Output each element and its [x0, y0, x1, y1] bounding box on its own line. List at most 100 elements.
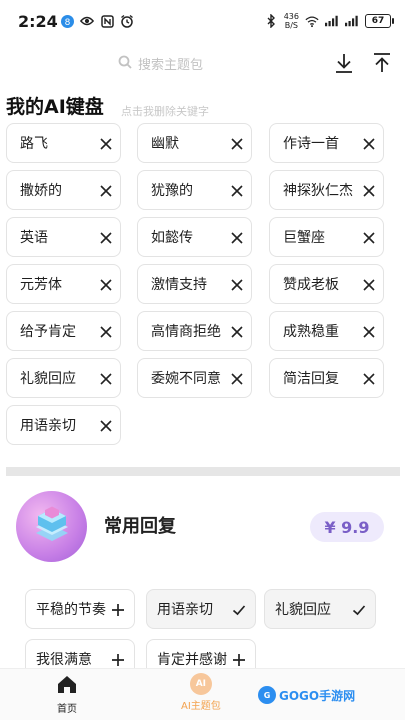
keyboard-section-hint: 点击我删除关键字 — [121, 105, 209, 118]
keyword-chip[interactable]: 英语 — [6, 217, 121, 257]
keyword-chip[interactable]: 元芳体 — [6, 264, 121, 304]
keyword-chip[interactable]: 委婉不同意 — [137, 358, 252, 398]
close-icon[interactable] — [361, 324, 377, 340]
close-icon[interactable] — [98, 418, 114, 434]
net-speed-value: 436 — [283, 12, 299, 21]
net-speed-unit: B/S — [284, 21, 298, 30]
nav-ai-pack-label: AI主题包 — [181, 701, 221, 712]
pack-phrase-label: 礼貌回应 — [275, 602, 331, 618]
battery-indicator: 67 — [365, 14, 394, 28]
close-icon[interactable] — [361, 371, 377, 387]
keyword-chip-label: 路飞 — [20, 136, 48, 152]
keyword-chip-label: 英语 — [20, 230, 48, 246]
close-icon[interactable] — [98, 371, 114, 387]
search-icon — [118, 55, 132, 73]
notification-badge-icon: 8 — [60, 14, 74, 28]
keyword-chip-label: 巨蟹座 — [283, 230, 325, 246]
keyword-chip[interactable]: 神探狄仁杰 — [269, 170, 384, 210]
pack-phrase-label: 肯定并感谢 — [157, 652, 227, 668]
close-icon[interactable] — [98, 277, 114, 293]
nav-home[interactable]: 首页 — [56, 673, 78, 715]
close-icon[interactable] — [229, 324, 245, 340]
search-input[interactable]: 搜索主题包 — [118, 54, 203, 73]
keyword-chip-label: 用语亲切 — [20, 418, 76, 434]
keyword-chip[interactable]: 如懿传 — [137, 217, 252, 257]
keyword-chip-label: 成熟稳重 — [283, 324, 339, 340]
check-icon[interactable] — [231, 602, 247, 618]
status-left-icons: 8 — [60, 14, 134, 28]
net-speed: 436 B/S — [284, 12, 299, 30]
status-time: 2:24 — [18, 12, 58, 31]
keyword-chip-label: 礼貌回应 — [20, 371, 76, 387]
keyword-chip-label: 犹豫的 — [151, 183, 193, 199]
scroll-to-top-button[interactable] — [369, 52, 395, 78]
search-placeholder: 搜索主题包 — [138, 58, 204, 73]
keyword-chip[interactable]: 激情支持 — [137, 264, 252, 304]
close-icon[interactable] — [229, 371, 245, 387]
keyword-chip[interactable]: 撒娇的 — [6, 170, 121, 210]
close-icon[interactable] — [361, 183, 377, 199]
pack-phrase-chip[interactable]: 平稳的节奏 — [25, 589, 135, 629]
keyword-chip[interactable]: 作诗一首 — [269, 123, 384, 163]
close-icon[interactable] — [361, 277, 377, 293]
close-icon[interactable] — [229, 277, 245, 293]
close-icon[interactable] — [98, 136, 114, 152]
plus-icon[interactable] — [231, 652, 247, 668]
keyword-chip-label: 作诗一首 — [283, 136, 339, 152]
wifi-icon — [305, 14, 319, 28]
status-bar: 2:24 8 436 B/S 67 — [0, 0, 405, 46]
close-icon[interactable] — [361, 230, 377, 246]
check-icon[interactable] — [351, 602, 367, 618]
status-right-icons: 436 B/S 67 — [264, 12, 394, 30]
close-icon[interactable] — [229, 183, 245, 199]
alarm-icon — [120, 14, 134, 28]
keyword-chip[interactable]: 给予肯定 — [6, 311, 121, 351]
keyword-chip-label: 元芳体 — [20, 277, 62, 293]
home-icon — [56, 673, 78, 698]
keyword-chip[interactable]: 成熟稳重 — [269, 311, 384, 351]
plus-icon[interactable] — [110, 602, 126, 618]
keyword-chip-label: 给予肯定 — [20, 324, 76, 340]
signal-icon — [325, 14, 339, 28]
keyword-chip[interactable]: 高情商拒绝 — [137, 311, 252, 351]
pack-phrase-label: 我很满意 — [36, 652, 92, 668]
nfc-icon — [100, 14, 114, 28]
keyword-chip[interactable]: 巨蟹座 — [269, 217, 384, 257]
pack-cover-icon — [16, 491, 87, 562]
pack-phrase-chip[interactable]: 礼貌回应 — [264, 589, 376, 629]
close-icon[interactable] — [229, 230, 245, 246]
keyword-chip[interactable]: 简洁回复 — [269, 358, 384, 398]
close-icon[interactable] — [98, 230, 114, 246]
nav-ai-pack[interactable]: AI AI主题包 — [181, 673, 221, 712]
signal-icon-2 — [345, 14, 359, 28]
keyword-chip[interactable]: 用语亲切 — [6, 405, 121, 445]
keyword-chip[interactable]: 路飞 — [6, 123, 121, 163]
svg-text:8: 8 — [64, 18, 70, 28]
plus-icon[interactable] — [110, 652, 126, 668]
pack-phrase-chip[interactable]: 用语亲切 — [146, 589, 256, 629]
keyboard-section-title: 我的AI键盘 — [6, 96, 104, 118]
close-icon[interactable] — [98, 183, 114, 199]
watermark-text: GOGO手游网 — [279, 688, 356, 703]
keyword-chip[interactable]: 礼貌回应 — [6, 358, 121, 398]
close-icon[interactable] — [361, 136, 377, 152]
keyword-chip[interactable]: 犹豫的 — [137, 170, 252, 210]
close-icon[interactable] — [229, 136, 245, 152]
pack-name: 常用回复 — [104, 516, 176, 537]
keyword-chip[interactable]: 赞成老板 — [269, 264, 384, 304]
nav-home-label: 首页 — [57, 704, 77, 715]
keyword-chip-label: 如懿传 — [151, 230, 193, 246]
bluetooth-icon — [264, 14, 278, 28]
keyword-chip-label: 神探狄仁杰 — [283, 183, 353, 199]
keyword-chip-label: 委婉不同意 — [151, 371, 221, 387]
download-icon — [333, 52, 355, 78]
price-button[interactable]: ¥ 9.9 — [310, 512, 384, 542]
pack-phrase-label: 平稳的节奏 — [36, 602, 106, 618]
keyword-chip-label: 简洁回复 — [283, 371, 339, 387]
close-icon[interactable] — [98, 324, 114, 340]
keyword-chip[interactable]: 幽默 — [137, 123, 252, 163]
download-button[interactable] — [331, 52, 357, 78]
keyword-chip-label: 高情商拒绝 — [151, 324, 221, 340]
pack-phrase-label: 用语亲切 — [157, 602, 213, 618]
watermark-logo-icon: G — [258, 686, 276, 704]
